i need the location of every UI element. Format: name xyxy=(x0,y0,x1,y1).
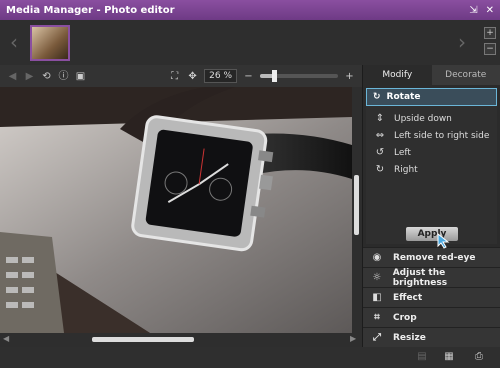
brightness-icon: ☼ xyxy=(372,272,382,283)
crop-icon: ⌗ xyxy=(374,312,380,323)
horizontal-scroll-thumb[interactable] xyxy=(92,337,194,342)
effect-icon: ◧ xyxy=(372,292,382,303)
zoom-in-button[interactable]: + xyxy=(343,70,356,83)
action-adjust-brightness[interactable]: ☼ Adjust the brightness xyxy=(363,267,500,288)
info-icon[interactable]: ⓘ xyxy=(57,70,70,83)
chevron-right-icon[interactable]: › xyxy=(458,30,466,54)
zoom-controls: ⛶ ✥ 26 % − + xyxy=(168,69,356,83)
zoom-value[interactable]: 26 % xyxy=(204,69,237,83)
option-right[interactable]: ↻ Right xyxy=(366,161,497,178)
option-upside-down[interactable]: ⇕ Upside down xyxy=(366,110,497,127)
tab-modify[interactable]: Modify xyxy=(363,65,432,85)
resize-icon: ⤢ xyxy=(373,332,381,343)
option-label: Upside down xyxy=(394,113,452,124)
action-label: Effect xyxy=(393,292,423,303)
action-crop[interactable]: ⌗ Crop xyxy=(363,307,500,327)
rotate-right-icon: ↻ xyxy=(375,164,385,175)
image-toolbar: ◀ ▶ ⟲ ⓘ ▣ ⛶ ✥ 26 % − + xyxy=(0,65,362,87)
option-label: Right xyxy=(394,164,418,175)
save-as-icon[interactable]: ▦ xyxy=(442,351,456,364)
rotate-section: ↻ Rotate ⇕ Upside down ⇔ Left side to ri… xyxy=(366,88,497,249)
action-label: Remove red-eye xyxy=(393,252,476,263)
bottom-bar: ▤ ▦ ⎙ xyxy=(0,347,500,368)
compare-icon[interactable]: ▣ xyxy=(74,70,87,83)
scroll-left-icon[interactable]: ◀ xyxy=(3,334,9,343)
scroll-right-icon[interactable]: ▶ xyxy=(350,334,356,343)
eye-icon: ◉ xyxy=(372,252,382,263)
option-label: Left side to right side xyxy=(394,130,490,141)
title-bar: Media Manager - Photo editor ⇲ ✕ xyxy=(0,0,500,20)
photo-canvas[interactable] xyxy=(0,87,352,333)
photo-thumbnail[interactable] xyxy=(30,25,70,61)
rotate-icon: ↻ xyxy=(373,92,381,102)
action-effect[interactable]: ◧ Effect xyxy=(363,287,500,307)
flip-horizontal-icon: ⇔ xyxy=(375,130,385,141)
flip-vertical-icon: ⇕ xyxy=(375,113,385,124)
rotate-title: Rotate xyxy=(386,92,421,102)
edit-panel: Modify Decorate ↻ Rotate ⇕ Upside down ⇔… xyxy=(362,65,500,347)
filmstrip: ‹ › + − xyxy=(0,20,500,65)
zoom-slider-knob[interactable] xyxy=(272,70,278,82)
action-label: Adjust the brightness xyxy=(392,267,448,288)
close-icon[interactable]: ✕ xyxy=(486,5,494,16)
action-label: Crop xyxy=(393,312,417,323)
redo-icon[interactable]: ▶ xyxy=(23,70,36,83)
reset-icon[interactable]: ⟲ xyxy=(40,70,53,83)
actual-size-icon[interactable]: ✥ xyxy=(186,70,199,83)
action-label: Resize xyxy=(393,332,426,343)
undo-icon[interactable]: ◀ xyxy=(6,70,19,83)
vertical-scrollbar[interactable] xyxy=(352,87,362,333)
tab-decorate[interactable]: Decorate xyxy=(431,65,500,85)
zoom-slider[interactable] xyxy=(260,70,338,82)
horizontal-scrollbar[interactable]: ◀ ▶ xyxy=(0,333,362,347)
fit-to-window-icon[interactable]: ⛶ xyxy=(168,70,181,83)
option-label: Left xyxy=(394,147,411,158)
rotate-header[interactable]: ↻ Rotate xyxy=(366,88,497,106)
print-icon[interactable]: ⎙ xyxy=(472,351,486,364)
action-resize[interactable]: ⤢ Resize xyxy=(363,327,500,347)
shrink-icon[interactable]: ⇲ xyxy=(469,5,477,16)
add-photo-button[interactable]: + xyxy=(484,27,496,39)
zoom-out-button[interactable]: − xyxy=(242,70,255,83)
remove-photo-button[interactable]: − xyxy=(484,43,496,55)
save-icon[interactable]: ▤ xyxy=(415,351,429,364)
window-title: Media Manager - Photo editor xyxy=(6,4,175,16)
vertical-scroll-thumb[interactable] xyxy=(354,175,359,235)
option-left[interactable]: ↺ Left xyxy=(366,144,497,161)
action-remove-red-eye[interactable]: ◉ Remove red-eye xyxy=(363,247,500,267)
panel-tabs: Modify Decorate xyxy=(363,65,500,85)
rotate-left-icon: ↺ xyxy=(375,147,385,158)
watch-photo xyxy=(0,87,352,333)
option-left-to-right[interactable]: ⇔ Left side to right side xyxy=(366,127,497,144)
chevron-left-icon[interactable]: ‹ xyxy=(10,30,18,54)
pointer-cursor-icon xyxy=(437,233,450,249)
